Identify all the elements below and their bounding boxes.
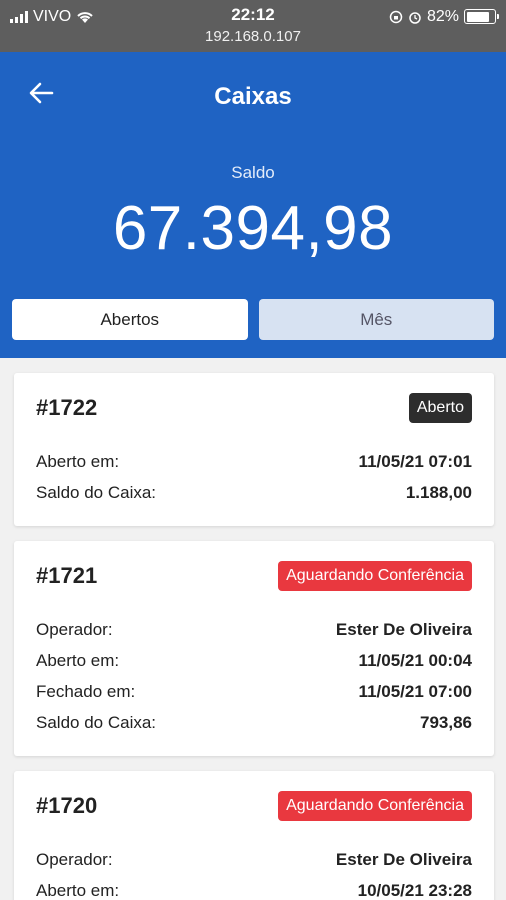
detail-value: Ester De Oliveira — [335, 619, 472, 639]
detail-value: 10/05/21 23:28 — [357, 880, 472, 900]
tab-mes[interactable]: Mês — [258, 299, 494, 340]
detail-row: Aberto em: 11/05/21 00:04 — [36, 645, 472, 676]
detail-row: Operador: Ester De Oliveira — [36, 614, 472, 645]
page-title: Caixas — [214, 83, 292, 110]
detail-label: Operador: — [36, 849, 113, 869]
caixa-list: #1722 Aberto Aberto em: 11/05/21 07:01 Sa… — [0, 358, 506, 900]
detail-label: Aberto em: — [36, 451, 120, 471]
saldo-label: Saldo — [231, 163, 275, 182]
detail-row: Aberto em: 11/05/21 07:01 — [36, 446, 472, 477]
detail-value: 1.188,00 — [405, 482, 472, 502]
status-bar: VIVO 82% 22:12 192.168.0.107 — [0, 0, 506, 52]
caixa-card[interactable]: #1720 Aguardando Conferência Operador: Es… — [14, 771, 494, 900]
detail-label: Aberto em: — [36, 650, 120, 670]
detail-label: Aberto em: — [36, 880, 120, 900]
caixa-card[interactable]: #1722 Aberto Aberto em: 11/05/21 07:01 Sa… — [14, 373, 494, 526]
detail-row: Saldo do Caixa: 793,86 — [36, 707, 472, 738]
detail-row: Operador: Ester De Oliveira — [36, 844, 472, 875]
detail-row: Fechado em: 11/05/21 07:00 — [36, 676, 472, 707]
caixa-id: #1721 — [36, 563, 98, 588]
clock: 22:12 — [231, 5, 275, 24]
caixa-id: #1722 — [36, 395, 98, 420]
status-badge: Aguardando Conferência — [278, 791, 472, 821]
detail-label: Operador: — [36, 619, 113, 639]
detail-label: Fechado em: — [36, 681, 136, 701]
detail-value: 11/05/21 00:04 — [358, 650, 472, 670]
status-badge: Aberto — [408, 393, 472, 423]
detail-row: Aberto em: 10/05/21 23:28 — [36, 875, 472, 900]
detail-value: 11/05/21 07:00 — [358, 681, 472, 701]
detail-row: Saldo do Caixa: 1.188,00 — [36, 477, 472, 508]
caixa-card[interactable]: #1721 Aguardando Conferência Operador: Es… — [14, 541, 494, 756]
detail-value: 793,86 — [420, 712, 472, 732]
back-arrow-icon[interactable] — [28, 80, 54, 112]
detail-label: Saldo do Caixa: — [36, 482, 157, 502]
detail-value: 11/05/21 07:01 — [358, 451, 472, 471]
url-bar[interactable]: 192.168.0.107 — [0, 28, 506, 45]
saldo-value: 67.394,98 — [112, 194, 394, 263]
header: Caixas Saldo 67.394,98 Abertos Mês — [0, 52, 506, 358]
detail-value: Ester De Oliveira — [335, 849, 472, 869]
detail-label: Saldo do Caixa: — [36, 712, 157, 732]
tab-bar: Abertos Mês — [12, 299, 494, 340]
tab-abertos[interactable]: Abertos — [12, 299, 248, 340]
caixa-id: #1720 — [36, 793, 98, 818]
status-badge: Aguardando Conferência — [278, 561, 472, 591]
